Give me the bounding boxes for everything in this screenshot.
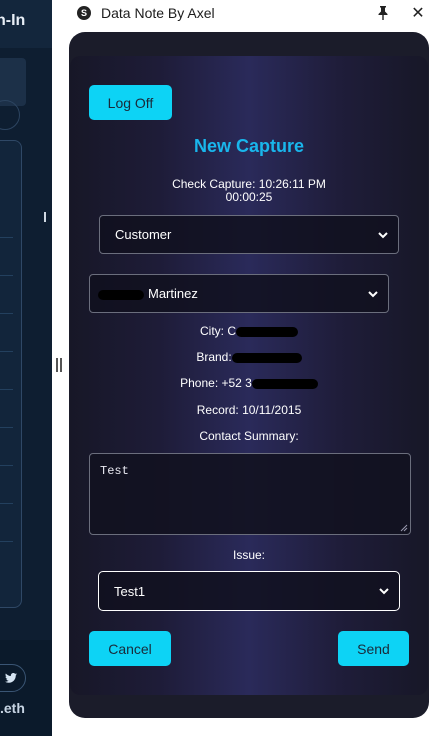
issue-value: Test1 xyxy=(114,583,146,599)
brand-label: Brand: xyxy=(196,350,232,364)
send-button[interactable]: Send xyxy=(338,631,409,666)
contact-summary-textarea[interactable]: Test xyxy=(89,453,411,535)
app-logo-icon: S xyxy=(77,6,91,20)
window-title: Data Note By Axel xyxy=(101,5,215,21)
check-capture-time: Check Capture: 10:26:11 PM xyxy=(172,177,326,191)
redacted-brand xyxy=(231,352,302,363)
city-label: City: C xyxy=(200,324,236,338)
brand-field: Brand: xyxy=(70,350,428,364)
chevron-down-icon xyxy=(368,290,378,297)
background-app-window: n-In .eth xyxy=(0,0,52,736)
customer-last-name: Martinez xyxy=(148,286,198,301)
cancel-button[interactable]: Cancel xyxy=(89,631,171,666)
redacted-city xyxy=(236,326,298,337)
record-date: Record: 10/11/2015 xyxy=(196,403,302,417)
customer-select[interactable]: Martinez xyxy=(89,274,389,313)
chevron-down-icon xyxy=(379,588,389,595)
redacted-first-name xyxy=(98,289,144,300)
elapsed-timer: 00:00:25 xyxy=(225,190,273,204)
page-title: New Capture xyxy=(193,136,305,156)
resize-grip-icon[interactable] xyxy=(400,524,408,532)
contact-summary-text: Test xyxy=(100,464,129,478)
contact-type-select[interactable]: Customer xyxy=(99,215,399,254)
window-titlebar: S Data Note By Axel ✕ xyxy=(68,0,446,26)
issue-select[interactable]: Test1 xyxy=(98,571,400,611)
background-app-header-text: n-In xyxy=(0,12,26,29)
background-app-footer-text: .eth xyxy=(0,700,25,716)
pin-icon[interactable] xyxy=(374,4,392,22)
background-app-marker xyxy=(44,212,46,222)
issue-label: Issue: xyxy=(232,548,265,562)
redacted-phone xyxy=(251,378,318,389)
contact-type-value: Customer xyxy=(115,227,172,242)
background-app-panel xyxy=(0,140,22,608)
chevron-down-icon xyxy=(378,231,388,238)
pane-splitter-handle[interactable] xyxy=(55,355,63,375)
close-icon[interactable]: ✕ xyxy=(408,3,428,23)
contact-summary-label: Contact Summary: xyxy=(199,429,299,443)
background-app-button[interactable] xyxy=(0,58,26,106)
customer-value: Martinez xyxy=(90,286,366,301)
background-app-header: n-In xyxy=(0,0,52,48)
log-off-button[interactable]: Log Off xyxy=(89,85,172,120)
phone-field: Phone: +52 3 xyxy=(70,376,428,390)
phone-label: Phone: +52 3 xyxy=(180,376,252,390)
city-field: City: C xyxy=(70,324,428,338)
